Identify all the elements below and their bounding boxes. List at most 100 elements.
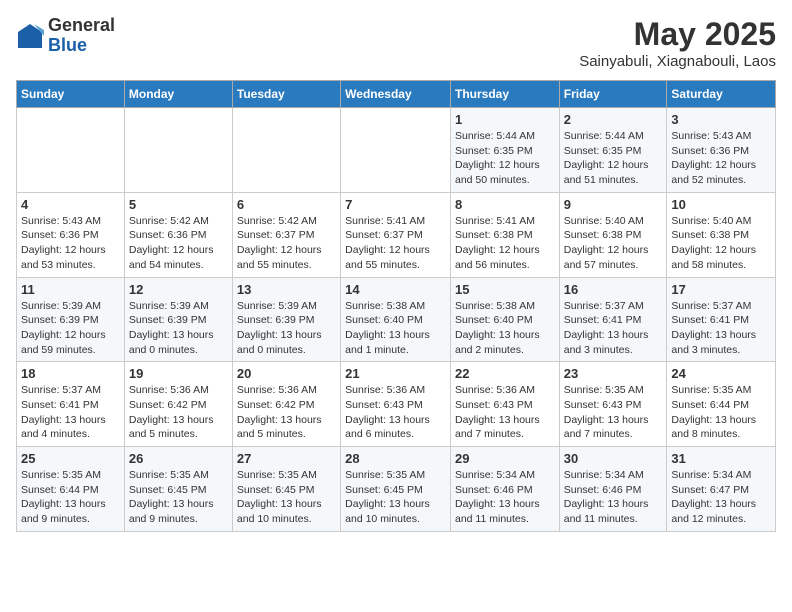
page-header: General Blue May 2025 Sainyabuli, Xiagna… [16,16,776,70]
day-number: 5 [129,197,228,212]
day-number: 11 [21,282,120,297]
day-info: Sunrise: 5:36 AM Sunset: 6:42 PM Dayligh… [129,383,228,442]
logo-blue-text: Blue [48,36,115,56]
day-info: Sunrise: 5:39 AM Sunset: 6:39 PM Dayligh… [237,299,336,358]
day-number: 26 [129,451,228,466]
day-info: Sunrise: 5:37 AM Sunset: 6:41 PM Dayligh… [564,299,663,358]
day-info: Sunrise: 5:44 AM Sunset: 6:35 PM Dayligh… [455,129,555,188]
day-number: 31 [671,451,771,466]
day-info: Sunrise: 5:36 AM Sunset: 6:43 PM Dayligh… [345,383,446,442]
day-number: 6 [237,197,336,212]
calendar-cell: 3 Sunrise: 5:43 AM Sunset: 6:36 PM Daylig… [667,108,776,193]
calendar-cell: 5 Sunrise: 5:42 AM Sunset: 6:36 PM Daylig… [124,192,232,277]
day-info: Sunrise: 5:35 AM Sunset: 6:43 PM Dayligh… [564,383,663,442]
title-block: May 2025 Sainyabuli, Xiagnabouli, Laos [579,16,776,70]
calendar-cell: 19Sunrise: 5:36 AM Sunset: 6:42 PM Dayli… [124,362,232,447]
calendar-cell [17,108,125,193]
day-info: Sunrise: 5:34 AM Sunset: 6:46 PM Dayligh… [455,468,555,527]
weekday-header-thursday: Thursday [450,81,559,108]
calendar-cell: 10 Sunrise: 5:40 AM Sunset: 6:38 PM Dayli… [667,192,776,277]
day-info: Sunrise: 5:40 AM Sunset: 6:38 PM Dayligh… [564,214,663,273]
day-number: 16 [564,282,663,297]
calendar-cell: 30 Sunrise: 5:34 AM Sunset: 6:46 PM Dayli… [559,447,667,532]
calendar-cell [124,108,232,193]
day-number: 13 [237,282,336,297]
calendar-cell: 17 Sunrise: 5:37 AM Sunset: 6:41 PM Dayli… [667,277,776,362]
calendar-cell: 7 Sunrise: 5:41 AM Sunset: 6:37 PM Daylig… [341,192,451,277]
logo-general-text: General [48,16,115,36]
weekday-header-saturday: Saturday [667,81,776,108]
calendar-week-row: 18 Sunrise: 5:37 AM Sunset: 6:41 PM Dayli… [17,362,776,447]
day-number: 14 [345,282,446,297]
day-number: 24 [671,366,771,381]
day-info: Sunrise: 5:37 AM Sunset: 6:41 PM Dayligh… [671,299,771,358]
calendar-cell: 27Sunrise: 5:35 AM Sunset: 6:45 PM Dayli… [232,447,340,532]
weekday-header-tuesday: Tuesday [232,81,340,108]
day-info: Sunrise: 5:41 AM Sunset: 6:38 PM Dayligh… [455,214,555,273]
day-info: Sunrise: 5:38 AM Sunset: 6:40 PM Dayligh… [345,299,446,358]
weekday-header-friday: Friday [559,81,667,108]
day-number: 18 [21,366,120,381]
day-info: Sunrise: 5:35 AM Sunset: 6:44 PM Dayligh… [671,383,771,442]
day-number: 21 [345,366,446,381]
calendar-week-row: 4 Sunrise: 5:43 AM Sunset: 6:36 PM Daylig… [17,192,776,277]
day-number: 4 [21,197,120,212]
day-number: 17 [671,282,771,297]
calendar-cell: 24 Sunrise: 5:35 AM Sunset: 6:44 PM Dayli… [667,362,776,447]
calendar-cell: 16 Sunrise: 5:37 AM Sunset: 6:41 PM Dayli… [559,277,667,362]
day-info: Sunrise: 5:44 AM Sunset: 6:35 PM Dayligh… [564,129,663,188]
calendar-week-row: 25 Sunrise: 5:35 AM Sunset: 6:44 PM Dayli… [17,447,776,532]
day-number: 7 [345,197,446,212]
weekday-header-wednesday: Wednesday [341,81,451,108]
calendar-cell [341,108,451,193]
calendar-cell [232,108,340,193]
month-title: May 2025 [579,16,776,53]
day-info: Sunrise: 5:43 AM Sunset: 6:36 PM Dayligh… [671,129,771,188]
day-info: Sunrise: 5:34 AM Sunset: 6:46 PM Dayligh… [564,468,663,527]
day-number: 2 [564,112,663,127]
calendar-cell: 28 Sunrise: 5:35 AM Sunset: 6:45 PM Dayli… [341,447,451,532]
calendar-cell: 21 Sunrise: 5:36 AM Sunset: 6:43 PM Dayli… [341,362,451,447]
day-info: Sunrise: 5:34 AM Sunset: 6:47 PM Dayligh… [671,468,771,527]
day-number: 3 [671,112,771,127]
logo-icon [16,22,44,50]
day-info: Sunrise: 5:35 AM Sunset: 6:45 PM Dayligh… [237,468,336,527]
calendar-cell: 8 Sunrise: 5:41 AM Sunset: 6:38 PM Daylig… [450,192,559,277]
weekday-header-row: SundayMondayTuesdayWednesdayThursdayFrid… [17,81,776,108]
calendar-cell: 4 Sunrise: 5:43 AM Sunset: 6:36 PM Daylig… [17,192,125,277]
calendar-cell: 31 Sunrise: 5:34 AM Sunset: 6:47 PM Dayli… [667,447,776,532]
day-info: Sunrise: 5:37 AM Sunset: 6:41 PM Dayligh… [21,383,120,442]
calendar-week-row: 11 Sunrise: 5:39 AM Sunset: 6:39 PM Dayli… [17,277,776,362]
day-number: 1 [455,112,555,127]
day-number: 29 [455,451,555,466]
weekday-header-sunday: Sunday [17,81,125,108]
day-number: 15 [455,282,555,297]
day-number: 8 [455,197,555,212]
day-info: Sunrise: 5:35 AM Sunset: 6:45 PM Dayligh… [345,468,446,527]
day-number: 22 [455,366,555,381]
weekday-header-monday: Monday [124,81,232,108]
day-number: 30 [564,451,663,466]
calendar-cell: 12 Sunrise: 5:39 AM Sunset: 6:39 PM Dayli… [124,277,232,362]
day-number: 10 [671,197,771,212]
day-number: 12 [129,282,228,297]
day-info: Sunrise: 5:35 AM Sunset: 6:44 PM Dayligh… [21,468,120,527]
day-number: 25 [21,451,120,466]
day-info: Sunrise: 5:40 AM Sunset: 6:38 PM Dayligh… [671,214,771,273]
day-number: 23 [564,366,663,381]
calendar-cell: 26Sunrise: 5:35 AM Sunset: 6:45 PM Dayli… [124,447,232,532]
day-info: Sunrise: 5:43 AM Sunset: 6:36 PM Dayligh… [21,214,120,273]
day-number: 28 [345,451,446,466]
calendar-cell: 13 Sunrise: 5:39 AM Sunset: 6:39 PM Dayli… [232,277,340,362]
day-info: Sunrise: 5:42 AM Sunset: 6:36 PM Dayligh… [129,214,228,273]
calendar-cell: 2 Sunrise: 5:44 AM Sunset: 6:35 PM Daylig… [559,108,667,193]
day-info: Sunrise: 5:41 AM Sunset: 6:37 PM Dayligh… [345,214,446,273]
calendar-cell: 11Sunrise: 5:39 AM Sunset: 6:39 PM Dayli… [17,277,125,362]
day-info: Sunrise: 5:36 AM Sunset: 6:43 PM Dayligh… [455,383,555,442]
day-info: Sunrise: 5:42 AM Sunset: 6:37 PM Dayligh… [237,214,336,273]
logo: General Blue [16,16,115,56]
day-info: Sunrise: 5:38 AM Sunset: 6:40 PM Dayligh… [455,299,555,358]
day-info: Sunrise: 5:39 AM Sunset: 6:39 PM Dayligh… [129,299,228,358]
calendar-cell: 18 Sunrise: 5:37 AM Sunset: 6:41 PM Dayli… [17,362,125,447]
day-number: 9 [564,197,663,212]
